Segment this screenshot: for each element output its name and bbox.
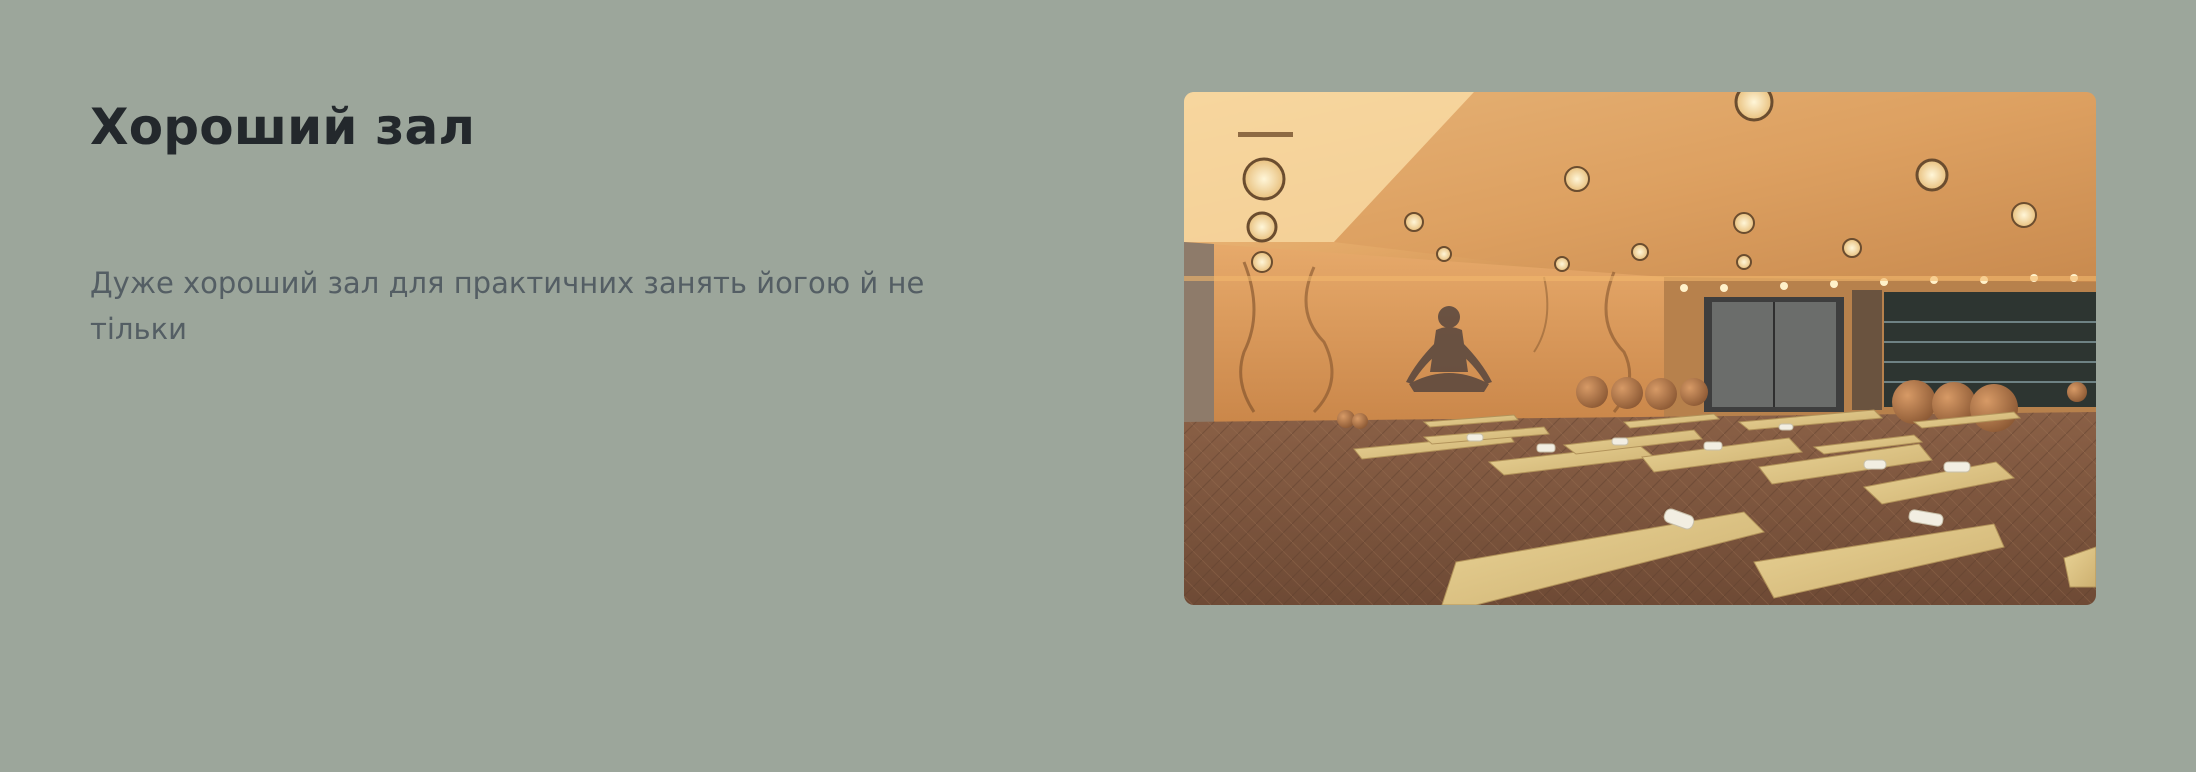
- hall-description: Дуже хороший зал для практичних занять й…: [90, 266, 925, 346]
- hall-info: Хороший зал Дуже хороший зал для практич…: [90, 92, 950, 352]
- hall-title: Хороший зал: [90, 98, 476, 156]
- yoga-hall-illustration: [1184, 92, 2096, 605]
- yoga-hall-photo: [1184, 92, 2096, 605]
